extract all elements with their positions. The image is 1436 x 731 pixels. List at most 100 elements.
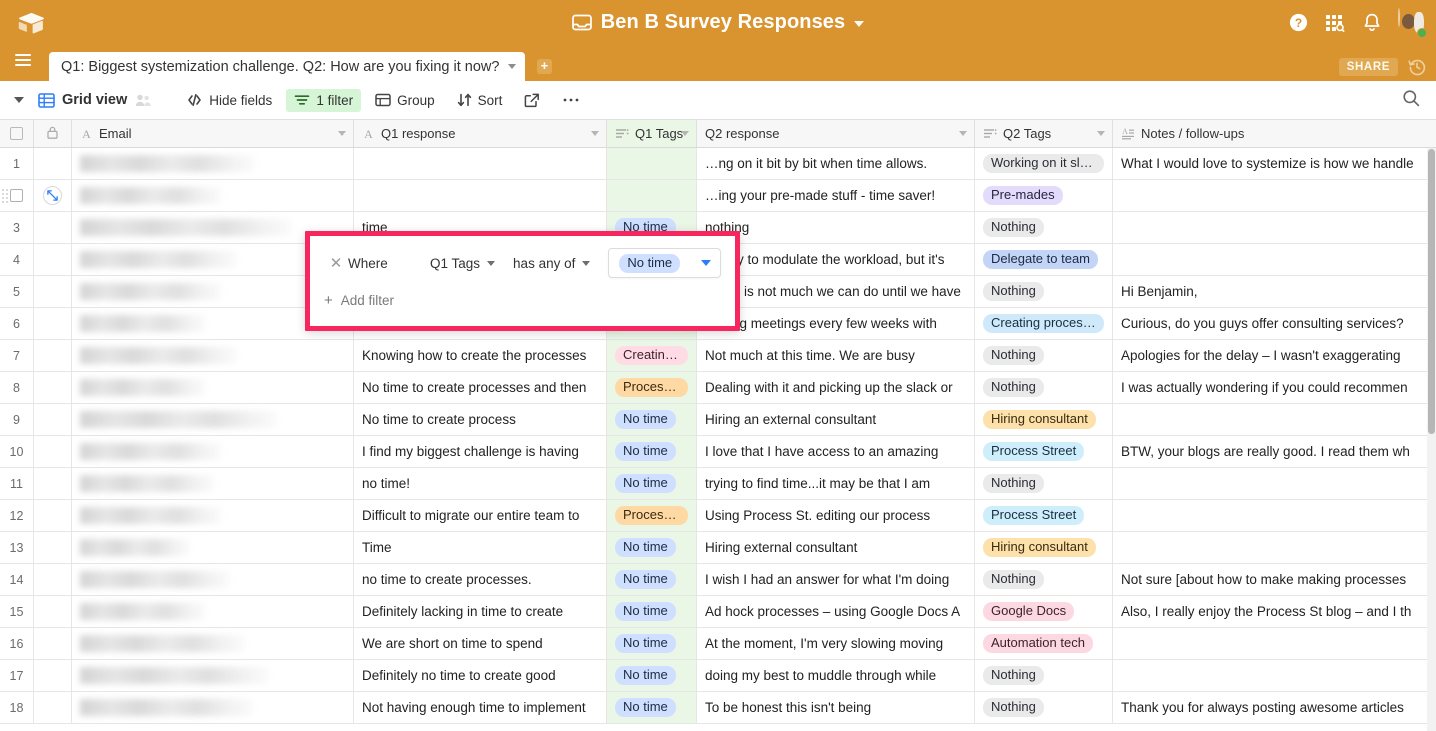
expand-record-cell[interactable] [34, 660, 72, 691]
table-row[interactable]: 16 We are short on time to spend No time At… [0, 628, 1436, 660]
expand-record-cell[interactable] [34, 244, 72, 275]
cell-q2-response[interactable]: Using Process St. editing our process [697, 500, 975, 531]
cell-q2-response[interactable]: I love that I have access to an amazing [697, 436, 975, 467]
cell-q2-tags[interactable]: Hiring consultant [975, 532, 1113, 563]
cell-notes[interactable]: Apologies for the delay – I wasn't exagg… [1113, 340, 1413, 371]
cell-q1-response[interactable]: Knowing how to create the processes [354, 340, 607, 371]
share-view-button[interactable] [516, 89, 548, 112]
table-row[interactable]: 15 Definitely lacking in time to create No… [0, 596, 1436, 628]
cell-q2-response[interactable]: At the moment, I'm very slowing moving [697, 628, 975, 659]
cell-q2-response[interactable]: Not much at this time. We are busy [697, 340, 975, 371]
cell-notes[interactable]: Also, I really enjoy the Process St blog… [1113, 596, 1413, 627]
filter-button[interactable]: 1 filter [286, 88, 362, 112]
cell-q2-tags[interactable]: Nothing [975, 212, 1113, 243]
cell-q2-tags[interactable]: Creating processes ... [975, 308, 1113, 339]
cell-q1-response[interactable]: I find my biggest challenge is having [354, 436, 607, 467]
cell-notes[interactable]: Curious, do you guys offer consulting se… [1113, 308, 1413, 339]
hamburger-menu-icon[interactable] [0, 45, 46, 81]
expand-record-cell[interactable] [34, 308, 72, 339]
hide-fields-button[interactable]: Hide fields [178, 89, 280, 112]
column-header-q2-response[interactable]: Q2 response [697, 120, 975, 147]
revision-history-clock-icon[interactable] [1408, 58, 1426, 76]
cell-q2-tags[interactable]: Delegate to team [975, 244, 1113, 275]
cell-q1-tags[interactable]: No time [607, 596, 697, 627]
cell-q2-tags[interactable]: Nothing [975, 692, 1113, 723]
cell-q1-tags[interactable]: No time [607, 692, 697, 723]
cell-notes[interactable]: What I would love to systemize is how we… [1113, 148, 1413, 179]
cell-email[interactable] [72, 660, 354, 691]
table-row[interactable]: 14 no time to create processes. No time I w… [0, 564, 1436, 596]
cell-notes[interactable]: Hi Benjamin, [1113, 276, 1413, 307]
more-options-button[interactable] [554, 93, 588, 107]
row-select-checkbox[interactable] [0, 180, 34, 211]
chevron-down-icon[interactable] [508, 64, 517, 69]
cell-notes[interactable]: Thank you for always posting awesome art… [1113, 692, 1413, 723]
cell-q2-response[interactable]: Hiring an external consultant [697, 404, 975, 435]
close-x-icon[interactable]: ✕ [324, 254, 348, 272]
table-row[interactable]: 1 …ng on it bit by bit when time allows. W… [0, 148, 1436, 180]
avatar[interactable] [1398, 7, 1427, 38]
cell-q1-tags[interactable] [607, 148, 697, 179]
cell-q2-tags[interactable]: Nothing [975, 340, 1113, 371]
cell-notes[interactable]: Not sure [about how to make making proce… [1113, 564, 1413, 595]
cell-q2-response[interactable]: …ng on it bit by bit when time allows. [697, 148, 975, 179]
expand-record-cell[interactable] [34, 340, 72, 371]
sort-button[interactable]: Sort [449, 89, 511, 112]
cell-notes[interactable] [1113, 500, 1413, 531]
expand-record-cell[interactable] [34, 628, 72, 659]
cell-notes[interactable] [1113, 468, 1413, 499]
share-button[interactable]: SHARE [1338, 58, 1398, 76]
checkbox-icon[interactable] [10, 189, 23, 202]
expand-record-cell[interactable] [34, 468, 72, 499]
cell-q2-response[interactable]: Hiring external consultant [697, 532, 975, 563]
expand-record-cell[interactable] [34, 692, 72, 723]
table-row[interactable]: 11 no time! No time trying to find time...i… [0, 468, 1436, 500]
expand-record-cell[interactable] [34, 596, 72, 627]
chevron-down-icon[interactable] [14, 97, 24, 103]
filter-value-select[interactable]: No time [608, 248, 721, 278]
cell-q1-tags[interactable]: Creating... [607, 340, 697, 371]
cell-q1-response[interactable]: no time to create processes. [354, 564, 607, 595]
expand-record-cell[interactable] [34, 404, 72, 435]
chevron-down-icon[interactable] [681, 131, 689, 136]
search-button[interactable] [1402, 81, 1420, 120]
vertical-scrollbar[interactable] [1427, 148, 1436, 731]
table-row[interactable]: 13 Time No time Hiring external consultant H… [0, 532, 1436, 564]
cell-q2-response[interactable]: …ing your pre-made stuff - time saver! [697, 180, 975, 211]
cell-q2-tags[interactable]: Automation tech [975, 628, 1113, 659]
cell-email[interactable] [72, 500, 354, 531]
cell-email[interactable] [72, 692, 354, 723]
chevron-down-icon[interactable] [591, 131, 599, 136]
cell-notes[interactable]: I was actually wondering if you could re… [1113, 372, 1413, 403]
table-tab-active[interactable]: Q1: Biggest systemization challenge. Q2:… [49, 52, 526, 81]
cell-q1-response[interactable]: No time to create process [354, 404, 607, 435]
cell-email[interactable] [72, 372, 354, 403]
cell-q2-tags[interactable]: Nothing [975, 468, 1113, 499]
cell-email[interactable] [72, 404, 354, 435]
cell-q1-tags[interactable]: No time [607, 564, 697, 595]
cell-q2-response[interactable]: trying to find time...it may be that I a… [697, 468, 975, 499]
cell-q2-tags[interactable]: Hiring consultant [975, 404, 1113, 435]
cell-q1-tags[interactable]: No time [607, 660, 697, 691]
table-row[interactable]: 8 No time to create processes and then Pro… [0, 372, 1436, 404]
cell-q2-tags[interactable]: Nothing [975, 660, 1113, 691]
cell-notes[interactable]: BTW, your blogs are really good. I read … [1113, 436, 1413, 467]
table-row[interactable]: 12 Difficult to migrate our entire team t… [0, 500, 1436, 532]
cell-q1-response[interactable] [354, 180, 607, 211]
cell-email[interactable] [72, 340, 354, 371]
cell-q2-response[interactable]: I wish I had an answer for what I'm doin… [697, 564, 975, 595]
cell-email[interactable] [72, 148, 354, 179]
cell-q1-tags[interactable] [607, 180, 697, 211]
cell-email[interactable] [72, 532, 354, 563]
cell-q1-response[interactable]: Not having enough time to implement [354, 692, 607, 723]
cell-notes[interactable] [1113, 628, 1413, 659]
chevron-down-icon[interactable] [854, 21, 865, 27]
cell-q1-response[interactable]: No time to create processes and then [354, 372, 607, 403]
expand-record-cell[interactable] [34, 148, 72, 179]
cell-q1-tags[interactable]: No time [607, 468, 697, 499]
cell-q2-response[interactable]: Dealing with it and picking up the slack… [697, 372, 975, 403]
cell-q2-tags[interactable]: Process Street [975, 436, 1113, 467]
group-button[interactable]: Group [367, 89, 443, 112]
cell-notes[interactable] [1113, 244, 1413, 275]
drag-handle-icon[interactable] [2, 189, 8, 203]
